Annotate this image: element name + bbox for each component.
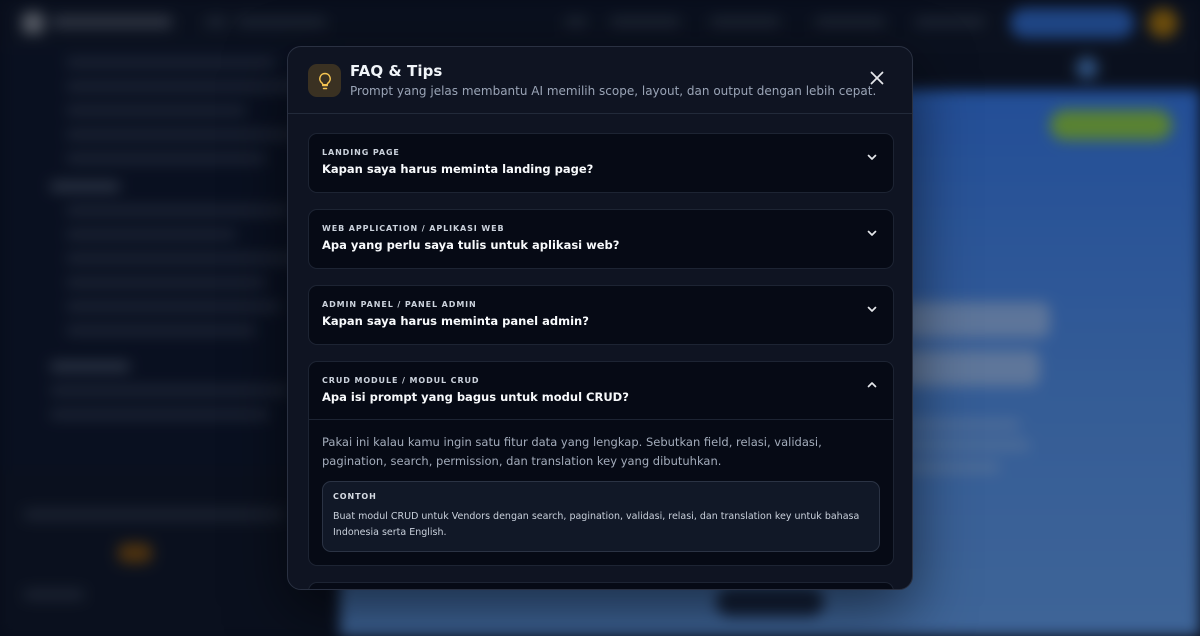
faq-question: Apa yang perlu saya tulis untuk aplikasi…	[322, 238, 620, 252]
faq-item: Web Application / Aplikasi Web Apa yang …	[308, 209, 894, 269]
faq-question: Kapan saya harus meminta landing page?	[322, 162, 594, 176]
faq-answer-panel: Pakai ini kalau kamu ingin satu fitur da…	[309, 420, 893, 565]
faq-item: Landing Page Kapan saya harus meminta la…	[308, 133, 894, 193]
faq-answer: Pakai ini kalau kamu ingin satu fitur da…	[322, 435, 822, 468]
lightbulb-icon	[308, 64, 341, 97]
chevron-down-icon	[867, 154, 877, 160]
faq-modal: FAQ & Tips Prompt yang jelas membantu AI…	[287, 46, 913, 590]
faq-category: CRUD Module / Modul CRUD	[322, 376, 480, 385]
modal-subtitle: Prompt yang jelas membantu AI memilih sc…	[350, 84, 877, 98]
faq-toggle[interactable]: Admin Panel / Panel Admin Kapan saya har…	[309, 286, 893, 344]
faq-item-expanded: CRUD Module / Modul CRUD Apa isi prompt …	[308, 361, 894, 566]
faq-list: Landing Page Kapan saya harus meminta la…	[308, 133, 894, 589]
faq-item: Admin Panel / Panel Admin Kapan saya har…	[308, 285, 894, 345]
chevron-down-icon	[867, 230, 877, 236]
faq-category: Admin Panel / Panel Admin	[322, 300, 477, 309]
close-icon	[870, 71, 884, 85]
faq-toggle[interactable]: Web Application / Aplikasi Web Apa yang …	[309, 210, 893, 268]
example-box: CONTOH Buat modul CRUD untuk Vendors den…	[322, 481, 880, 552]
faq-item-next[interactable]	[308, 582, 894, 589]
close-button[interactable]	[864, 65, 890, 91]
chevron-down-icon	[867, 306, 877, 312]
faq-question: Apa isi prompt yang bagus untuk modul CR…	[322, 390, 629, 404]
faq-question: Kapan saya harus meminta panel admin?	[322, 314, 589, 328]
modal-title: FAQ & Tips	[350, 62, 443, 80]
faq-toggle[interactable]: Landing Page Kapan saya harus meminta la…	[309, 134, 893, 192]
faq-category: Web Application / Aplikasi Web	[322, 224, 505, 233]
modal-header: FAQ & Tips Prompt yang jelas membantu AI…	[288, 47, 912, 114]
example-label: CONTOH	[333, 492, 377, 501]
faq-category: Landing Page	[322, 148, 400, 157]
example-text: Buat modul CRUD untuk Vendors dengan sea…	[333, 511, 860, 538]
chevron-up-icon	[867, 382, 877, 388]
faq-toggle[interactable]: CRUD Module / Modul CRUD Apa isi prompt …	[309, 362, 893, 420]
